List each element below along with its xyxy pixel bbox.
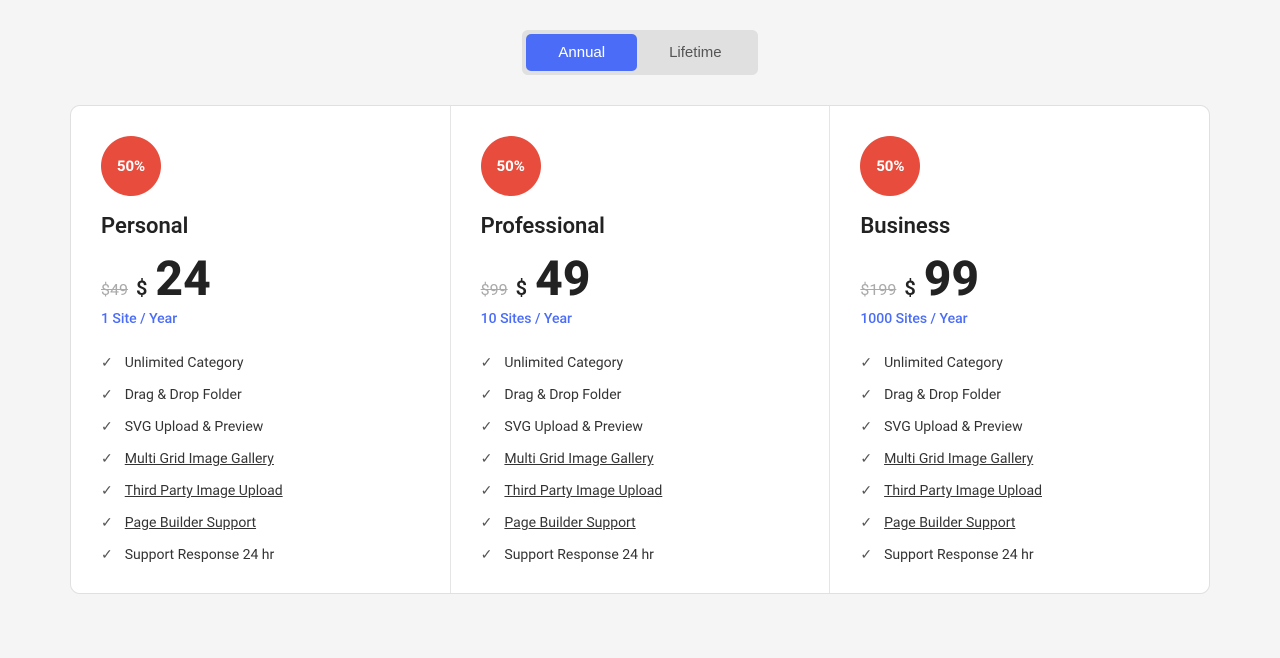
feature-text: SVG Upload & Preview	[504, 419, 643, 435]
feature-item: ✓ Unlimited Category	[860, 355, 1179, 371]
check-icon: ✓	[101, 515, 113, 531]
feature-text: Multi Grid Image Gallery	[504, 451, 653, 467]
feature-text: Drag & Drop Folder	[504, 387, 621, 403]
feature-text: Drag & Drop Folder	[125, 387, 242, 403]
feature-item: ✓ Unlimited Category	[481, 355, 800, 371]
feature-item: ✓ Multi Grid Image Gallery	[860, 451, 1179, 467]
check-icon: ✓	[481, 387, 493, 403]
check-icon: ✓	[101, 547, 113, 563]
original-price: $99	[481, 280, 508, 299]
currency-symbol: $	[904, 276, 915, 300]
original-price: $49	[101, 280, 128, 299]
plan-name: Personal	[101, 214, 420, 239]
annual-button[interactable]: Annual	[526, 34, 637, 71]
feature-text: Multi Grid Image Gallery	[125, 451, 274, 467]
check-icon: ✓	[860, 355, 872, 371]
check-icon: ✓	[860, 483, 872, 499]
lifetime-button[interactable]: Lifetime	[637, 34, 754, 71]
check-icon: ✓	[101, 355, 113, 371]
feature-item: ✓ Third Party Image Upload	[860, 483, 1179, 499]
plan-name: Professional	[481, 214, 800, 239]
check-icon: ✓	[101, 451, 113, 467]
discount-badge: 50%	[101, 136, 161, 196]
check-icon: ✓	[860, 547, 872, 563]
feature-item: ✓ Support Response 24 hr	[101, 547, 420, 563]
billing-toggle: Annual Lifetime	[522, 30, 757, 75]
feature-item: ✓ Page Builder Support	[860, 515, 1179, 531]
feature-text: SVG Upload & Preview	[884, 419, 1023, 435]
feature-item: ✓ SVG Upload & Preview	[481, 419, 800, 435]
billing-period: 1000 Sites / Year	[860, 311, 1179, 327]
check-icon: ✓	[101, 387, 113, 403]
feature-text: Third Party Image Upload	[884, 483, 1042, 499]
feature-text: Page Builder Support	[884, 515, 1015, 531]
check-icon: ✓	[860, 451, 872, 467]
check-icon: ✓	[481, 547, 493, 563]
feature-text: Third Party Image Upload	[125, 483, 283, 499]
check-icon: ✓	[481, 483, 493, 499]
feature-text: Unlimited Category	[504, 355, 623, 371]
plan-card-professional: 50% Professional $99 $ 49 10 Sites / Yea…	[451, 106, 831, 593]
feature-item: ✓ SVG Upload & Preview	[101, 419, 420, 435]
feature-item: ✓ Multi Grid Image Gallery	[481, 451, 800, 467]
plan-card-business: 50% Business $199 $ 99 1000 Sites / Year…	[830, 106, 1209, 593]
currency-symbol: $	[516, 276, 527, 300]
price-row: $49 $ 24	[101, 255, 420, 303]
sale-price: 49	[535, 255, 590, 303]
feature-text: Drag & Drop Folder	[884, 387, 1001, 403]
feature-text: SVG Upload & Preview	[125, 419, 264, 435]
check-icon: ✓	[860, 515, 872, 531]
check-icon: ✓	[481, 355, 493, 371]
feature-text: Multi Grid Image Gallery	[884, 451, 1033, 467]
check-icon: ✓	[481, 515, 493, 531]
features-list: ✓ Unlimited Category ✓ Drag & Drop Folde…	[860, 355, 1179, 563]
feature-item: ✓ Drag & Drop Folder	[101, 387, 420, 403]
sale-price: 99	[924, 255, 979, 303]
discount-badge: 50%	[481, 136, 541, 196]
plan-card-personal: 50% Personal $49 $ 24 1 Site / Year ✓ Un…	[71, 106, 451, 593]
feature-text: Page Builder Support	[504, 515, 635, 531]
feature-item: ✓ Drag & Drop Folder	[481, 387, 800, 403]
feature-item: ✓ Support Response 24 hr	[860, 547, 1179, 563]
check-icon: ✓	[860, 419, 872, 435]
check-icon: ✓	[101, 419, 113, 435]
feature-item: ✓ SVG Upload & Preview	[860, 419, 1179, 435]
discount-badge: 50%	[860, 136, 920, 196]
feature-text: Unlimited Category	[884, 355, 1003, 371]
feature-item: ✓ Multi Grid Image Gallery	[101, 451, 420, 467]
feature-item: ✓ Support Response 24 hr	[481, 547, 800, 563]
feature-item: ✓ Page Builder Support	[101, 515, 420, 531]
billing-period: 1 Site / Year	[101, 311, 420, 327]
feature-text: Support Response 24 hr	[884, 547, 1034, 563]
sale-price: 24	[155, 255, 210, 303]
price-row: $99 $ 49	[481, 255, 800, 303]
original-price: $199	[860, 280, 896, 299]
check-icon: ✓	[481, 419, 493, 435]
check-icon: ✓	[101, 483, 113, 499]
feature-item: ✓ Third Party Image Upload	[481, 483, 800, 499]
plans-container: 50% Personal $49 $ 24 1 Site / Year ✓ Un…	[70, 105, 1210, 594]
feature-text: Page Builder Support	[125, 515, 256, 531]
feature-text: Third Party Image Upload	[504, 483, 662, 499]
features-list: ✓ Unlimited Category ✓ Drag & Drop Folde…	[481, 355, 800, 563]
currency-symbol: $	[136, 276, 147, 300]
plan-name: Business	[860, 214, 1179, 239]
feature-text: Unlimited Category	[125, 355, 244, 371]
feature-text: Support Response 24 hr	[125, 547, 275, 563]
feature-item: ✓ Page Builder Support	[481, 515, 800, 531]
feature-item: ✓ Unlimited Category	[101, 355, 420, 371]
billing-period: 10 Sites / Year	[481, 311, 800, 327]
check-icon: ✓	[860, 387, 872, 403]
feature-text: Support Response 24 hr	[504, 547, 654, 563]
features-list: ✓ Unlimited Category ✓ Drag & Drop Folde…	[101, 355, 420, 563]
feature-item: ✓ Third Party Image Upload	[101, 483, 420, 499]
price-row: $199 $ 99	[860, 255, 1179, 303]
feature-item: ✓ Drag & Drop Folder	[860, 387, 1179, 403]
check-icon: ✓	[481, 451, 493, 467]
